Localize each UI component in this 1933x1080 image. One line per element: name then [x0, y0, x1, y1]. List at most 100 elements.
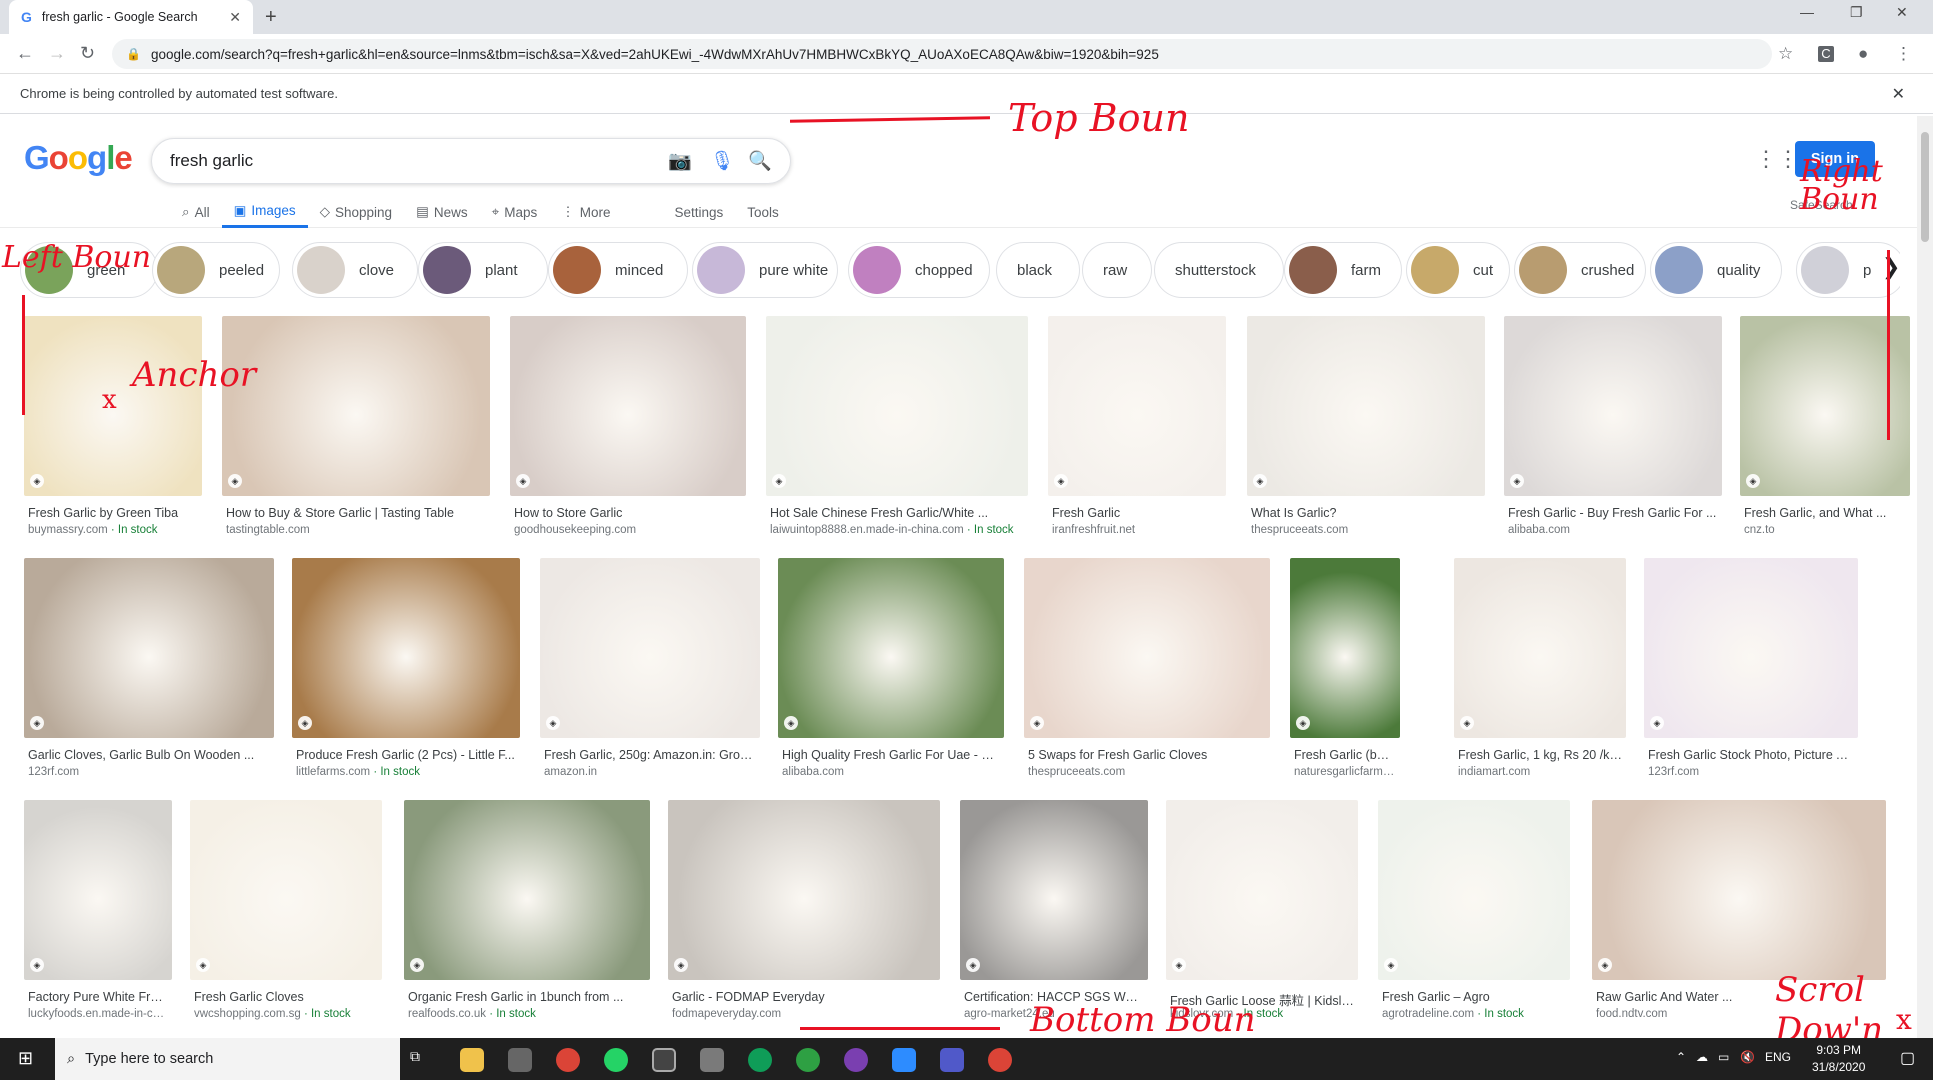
edge-icon[interactable]: [748, 1048, 772, 1072]
photos-icon[interactable]: [652, 1048, 676, 1072]
clock[interactable]: 9:03 PM 31/8/2020: [1812, 1042, 1865, 1076]
image-result-card[interactable]: ◈ Produce Fresh Garlic (2 Pcs) - Little F…: [292, 558, 520, 788]
chip-cut[interactable]: cut: [1406, 242, 1510, 298]
result-thumbnail[interactable]: ◈: [766, 316, 1028, 496]
result-title[interactable]: Fresh Garlic: [1052, 506, 1222, 520]
media-icon[interactable]: [844, 1048, 868, 1072]
result-title[interactable]: Fresh Garlic – Agro: [1382, 990, 1566, 1004]
image-result-card[interactable]: ◈ Fresh Garlic by Green Tiba buymassry.com…: [24, 316, 202, 546]
image-result-card[interactable]: ◈ What Is Garlic? thespruceeats.com: [1247, 316, 1485, 546]
back-icon[interactable]: ←: [16, 43, 34, 64]
result-title[interactable]: What Is Garlic?: [1251, 506, 1481, 520]
network-icon[interactable]: ▭: [1718, 1050, 1729, 1064]
tab-news[interactable]: ▤ News: [404, 196, 480, 228]
chip-minced[interactable]: minced: [548, 242, 688, 298]
chip-peeled[interactable]: peeled: [152, 242, 280, 298]
result-title[interactable]: High Quality Fresh Garlic For Uae - Bu..…: [782, 748, 1000, 762]
chip-shutterstock[interactable]: shutterstock: [1154, 242, 1284, 298]
image-result-card[interactable]: ◈ Fresh Garlic Loose 蒜粒 | Kidslo... kidslo…: [1166, 800, 1358, 1030]
bookmark-star-icon[interactable]: ☆: [1778, 44, 1793, 64]
cloud-icon[interactable]: ☁: [1696, 1050, 1708, 1064]
result-title[interactable]: Produce Fresh Garlic (2 Pcs) - Little F.…: [296, 748, 516, 762]
result-thumbnail[interactable]: ◈: [292, 558, 520, 738]
image-result-card[interactable]: ◈ Fresh Garlic, 250g: Amazon.in: Groce...…: [540, 558, 760, 788]
search-box[interactable]: fresh garlic 📷 🎙 🔍: [151, 138, 791, 184]
restore-icon[interactable]: ❐: [1850, 4, 1863, 21]
result-title[interactable]: Fresh Garlic (bulb & sta...: [1294, 748, 1396, 762]
windows-start-icon[interactable]: ⊞: [18, 1048, 33, 1069]
image-result-card[interactable]: ◈ Hot Sale Chinese Fresh Garlic/White ...…: [766, 316, 1028, 546]
calculator-app-icon[interactable]: [508, 1048, 532, 1072]
zoom-icon[interactable]: [892, 1048, 916, 1072]
image-result-card[interactable]: ◈ Fresh Garlic iranfreshfruit.net: [1048, 316, 1226, 546]
result-thumbnail[interactable]: ◈: [190, 800, 382, 980]
language-indicator[interactable]: ENG: [1765, 1050, 1791, 1064]
infobar-close-icon[interactable]: ✕: [1892, 84, 1905, 104]
image-result-card[interactable]: ◈ High Quality Fresh Garlic For Uae - Bu.…: [778, 558, 1004, 788]
google-logo[interactable]: Google: [24, 139, 133, 177]
result-thumbnail[interactable]: ◈: [1504, 316, 1722, 496]
tab-settings[interactable]: Settings: [663, 196, 736, 228]
chip-crushed[interactable]: crushed: [1514, 242, 1646, 298]
result-thumbnail[interactable]: ◈: [1378, 800, 1570, 980]
chip-plant[interactable]: plant: [418, 242, 548, 298]
vpn-icon[interactable]: [796, 1048, 820, 1072]
task-view-icon[interactable]: ⧉: [410, 1048, 434, 1072]
chip-quality[interactable]: quality: [1650, 242, 1782, 298]
result-title[interactable]: Fresh Garlic, 1 kg, Rs 20 /kil...: [1458, 748, 1622, 762]
tab-images[interactable]: ▣ Images: [221, 196, 308, 228]
scrollbar-thumb[interactable]: [1921, 132, 1929, 242]
result-title[interactable]: 5 Swaps for Fresh Garlic Cloves: [1028, 748, 1266, 762]
image-result-card[interactable]: ◈ Garlic Cloves, Garlic Bulb On Wooden ..…: [24, 558, 274, 788]
tab-all[interactable]: ⌕ All: [170, 196, 222, 228]
microphone-icon[interactable]: 🎙: [710, 149, 734, 173]
result-title[interactable]: Fresh Garlic Stock Photo, Picture And ..…: [1648, 748, 1854, 762]
chip-clove[interactable]: clove: [292, 242, 418, 298]
image-result-card[interactable]: ◈ How to Store Garlic goodhousekeeping.com: [510, 316, 746, 546]
forward-icon[interactable]: →: [48, 43, 66, 64]
chrome-icon-2[interactable]: [988, 1048, 1012, 1072]
chevron-right-icon[interactable]: ❯: [1882, 254, 1900, 280]
result-thumbnail[interactable]: ◈: [404, 800, 650, 980]
image-result-card[interactable]: ◈ 5 Swaps for Fresh Garlic Cloves thespruc…: [1024, 558, 1270, 788]
result-title[interactable]: Fresh Garlic - Buy Fresh Garlic For ...: [1508, 506, 1718, 520]
window-close-icon[interactable]: ✕: [1896, 4, 1908, 21]
result-thumbnail[interactable]: ◈: [1024, 558, 1270, 738]
image-result-card[interactable]: ◈ Garlic - FODMAP Everyday fodmapeveryday.…: [668, 800, 940, 1030]
image-result-card[interactable]: ◈ Fresh Garlic – Agro agrotradeline.com · …: [1378, 800, 1570, 1030]
result-title[interactable]: Organic Fresh Garlic in 1bunch from ...: [408, 990, 646, 1004]
chip-black[interactable]: black: [996, 242, 1080, 298]
chrome-icon[interactable]: [556, 1048, 580, 1072]
result-thumbnail[interactable]: ◈: [1454, 558, 1626, 738]
result-thumbnail[interactable]: ◈: [510, 316, 746, 496]
image-result-card[interactable]: ◈ Fresh Garlic Cloves vwcshopping.com.sg ·…: [190, 800, 382, 1030]
result-thumbnail[interactable]: ◈: [668, 800, 940, 980]
chip-pure-white[interactable]: pure white: [692, 242, 838, 298]
address-bar[interactable]: 🔒 google.com/search?q=fresh+garlic&hl=en…: [112, 39, 1772, 69]
image-result-card[interactable]: ◈ Fresh Garlic - Buy Fresh Garlic For ...…: [1504, 316, 1722, 546]
chip-chopped[interactable]: chopped: [848, 242, 990, 298]
result-title[interactable]: Fresh Garlic, and What ...: [1744, 506, 1906, 520]
notification-icon[interactable]: ▢: [1900, 1048, 1915, 1068]
new-tab-icon[interactable]: +: [265, 6, 277, 29]
volume-icon[interactable]: 🔇: [1740, 1050, 1755, 1064]
image-result-card[interactable]: ◈ How to Buy & Store Garlic | Tasting Tab…: [222, 316, 490, 546]
result-thumbnail[interactable]: ◈: [540, 558, 760, 738]
file-explorer-icon[interactable]: [460, 1048, 484, 1072]
reload-icon[interactable]: ↻: [80, 43, 95, 64]
result-thumbnail[interactable]: ◈: [1644, 558, 1858, 738]
image-result-card[interactable]: ◈ Certification: HACCP SGS Wei... agro-mar…: [960, 800, 1148, 1030]
scrollbar[interactable]: [1917, 116, 1933, 1038]
tab-close-icon[interactable]: ✕: [229, 9, 241, 26]
result-thumbnail[interactable]: ◈: [1592, 800, 1886, 980]
image-result-card[interactable]: ◈ Factory Pure White Fres... luckyfoods.en…: [24, 800, 172, 1030]
result-thumbnail[interactable]: ◈: [1290, 558, 1400, 738]
image-result-card[interactable]: ◈ Fresh Garlic Stock Photo, Picture And .…: [1644, 558, 1858, 788]
result-title[interactable]: How to Buy & Store Garlic | Tasting Tabl…: [226, 506, 486, 520]
tab-more[interactable]: ⋮ More: [549, 196, 622, 228]
result-title[interactable]: Fresh Garlic Cloves: [194, 990, 378, 1004]
result-thumbnail[interactable]: ◈: [960, 800, 1148, 980]
profile-icon[interactable]: ●: [1858, 44, 1868, 64]
chip-raw[interactable]: raw: [1082, 242, 1152, 298]
result-thumbnail[interactable]: ◈: [1166, 800, 1358, 980]
